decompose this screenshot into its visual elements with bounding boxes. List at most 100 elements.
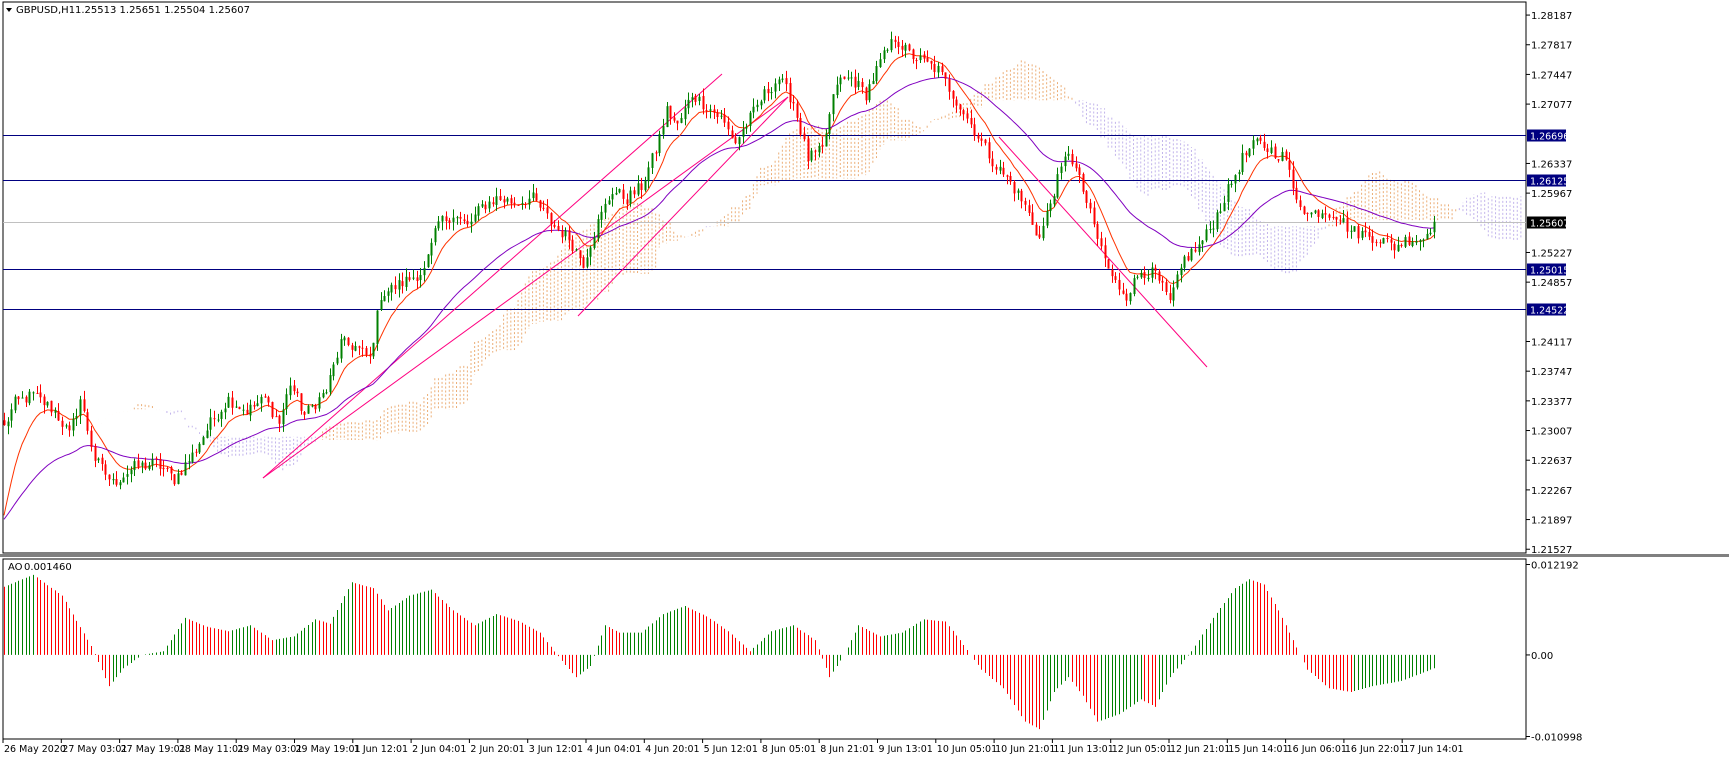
price-tick-label: 1.27077 xyxy=(1531,100,1572,111)
candle-body xyxy=(644,180,647,191)
bullish-candle xyxy=(481,200,484,209)
candle-body xyxy=(104,464,107,475)
candle-body xyxy=(539,200,542,208)
candle-body xyxy=(1248,148,1251,157)
candle-body xyxy=(122,477,125,483)
bullish-candle xyxy=(412,269,415,281)
candle-body xyxy=(390,284,393,293)
candle-body xyxy=(1328,214,1331,218)
bullish-candle xyxy=(148,461,151,471)
bullish-candle xyxy=(206,423,209,439)
price-tick-label: 1.22267 xyxy=(1531,486,1572,497)
candle-body xyxy=(1205,229,1208,241)
bullish-candle xyxy=(1017,188,1020,200)
bullish-candle xyxy=(1350,225,1353,239)
bullish-candle xyxy=(372,342,375,359)
bearish-candle xyxy=(571,235,574,255)
bearish-candle xyxy=(155,456,158,468)
candle-body xyxy=(995,166,998,170)
candle-body xyxy=(850,77,853,79)
candle-body xyxy=(43,396,46,406)
bullish-candle xyxy=(1361,227,1364,241)
bullish-candle xyxy=(32,391,35,401)
candle-body xyxy=(908,44,911,51)
candle-body xyxy=(919,55,922,61)
bullish-candle xyxy=(1270,140,1273,155)
bullish-candle xyxy=(564,227,567,241)
bearish-candle xyxy=(1274,143,1277,159)
bearish-candle xyxy=(101,453,104,471)
horizontal-levels[interactable]: 1.26696 1.26125 1.25015 1.24522 1.25607 xyxy=(3,129,1569,317)
candle-body xyxy=(97,458,100,461)
candle-body xyxy=(434,228,437,243)
candle-body xyxy=(828,114,831,134)
price-tick-label: 1.27817 xyxy=(1531,41,1572,52)
bullish-candle xyxy=(427,253,430,268)
candle-body xyxy=(952,90,955,99)
price-tick-label: 1.27447 xyxy=(1531,70,1572,81)
bearish-candle xyxy=(466,214,469,228)
candle-body xyxy=(999,166,1002,171)
candle-body xyxy=(231,397,234,408)
bearish-candle xyxy=(959,103,962,116)
bearish-candle xyxy=(57,403,60,422)
bearish-candle xyxy=(1006,174,1009,185)
slow-moving-average-line xyxy=(3,76,1435,520)
candle-body xyxy=(1147,277,1150,279)
candle-body xyxy=(141,462,144,466)
candle-body xyxy=(1364,230,1367,233)
candle-body xyxy=(705,110,708,112)
time-tick-label: 16 Jun 22:01 xyxy=(1345,744,1405,755)
chart-canvas[interactable]: 1.26696 1.26125 1.25015 1.24522 1.25607 1.28… xyxy=(0,0,1729,759)
candle-body xyxy=(332,364,335,377)
candle-body xyxy=(358,346,361,348)
candle-body xyxy=(398,280,401,290)
bearish-candle xyxy=(448,217,451,230)
bullish-candle xyxy=(597,214,600,242)
candle-body xyxy=(1122,290,1125,294)
candle-body xyxy=(427,254,430,268)
bullish-candle xyxy=(1129,292,1132,305)
candle-body xyxy=(499,196,502,201)
level-price-label: 1.25015 xyxy=(1530,266,1569,277)
candle-body xyxy=(1429,232,1432,235)
candle-body xyxy=(264,396,267,398)
candle-body xyxy=(25,396,28,403)
bearish-candle xyxy=(542,200,545,211)
bullish-candle xyxy=(282,402,285,432)
bullish-candle xyxy=(781,74,784,83)
candle-body xyxy=(1093,207,1096,225)
bearish-candle xyxy=(767,82,770,102)
candle-body xyxy=(311,405,314,407)
candle-body xyxy=(991,158,994,167)
bearish-candle xyxy=(195,448,198,457)
candle-body xyxy=(1078,167,1081,175)
price-axis[interactable]: 1.28187 1.27817 1.27447 1.27077 1.26337 1.259… xyxy=(1526,11,1572,556)
candle-body xyxy=(365,348,368,355)
candle-body xyxy=(781,78,784,80)
candle-body xyxy=(369,354,372,357)
candle-body xyxy=(756,104,759,108)
candle-body xyxy=(466,220,469,225)
trading-chart-window[interactable]: 1.26696 1.26125 1.25015 1.24522 1.25607 1.28… xyxy=(0,0,1729,759)
awesome-oscillator-histogram xyxy=(4,574,1435,730)
candlestick-series xyxy=(3,31,1436,490)
channel-trendline xyxy=(262,96,789,479)
bearish-candle xyxy=(1024,197,1027,212)
candle-body xyxy=(1172,287,1175,301)
candle-body xyxy=(734,137,737,144)
candle-body xyxy=(1002,167,1005,175)
bearish-candle xyxy=(1020,188,1023,209)
candle-body xyxy=(1049,203,1052,212)
dropdown-triangle-icon[interactable] xyxy=(6,8,12,12)
bullish-candle xyxy=(1172,280,1175,307)
candle-body xyxy=(1274,146,1277,159)
bullish-candle xyxy=(122,472,125,483)
bearish-candle xyxy=(271,401,274,419)
time-tick-label: 29 May 19:01 xyxy=(296,744,361,755)
candle-body xyxy=(745,126,748,129)
indicator-axis: 0.012192 0.00 -0.010998 xyxy=(1526,561,1582,744)
bullish-candle xyxy=(1321,209,1324,220)
candle-body xyxy=(1129,293,1132,302)
bullish-candle xyxy=(488,196,491,213)
